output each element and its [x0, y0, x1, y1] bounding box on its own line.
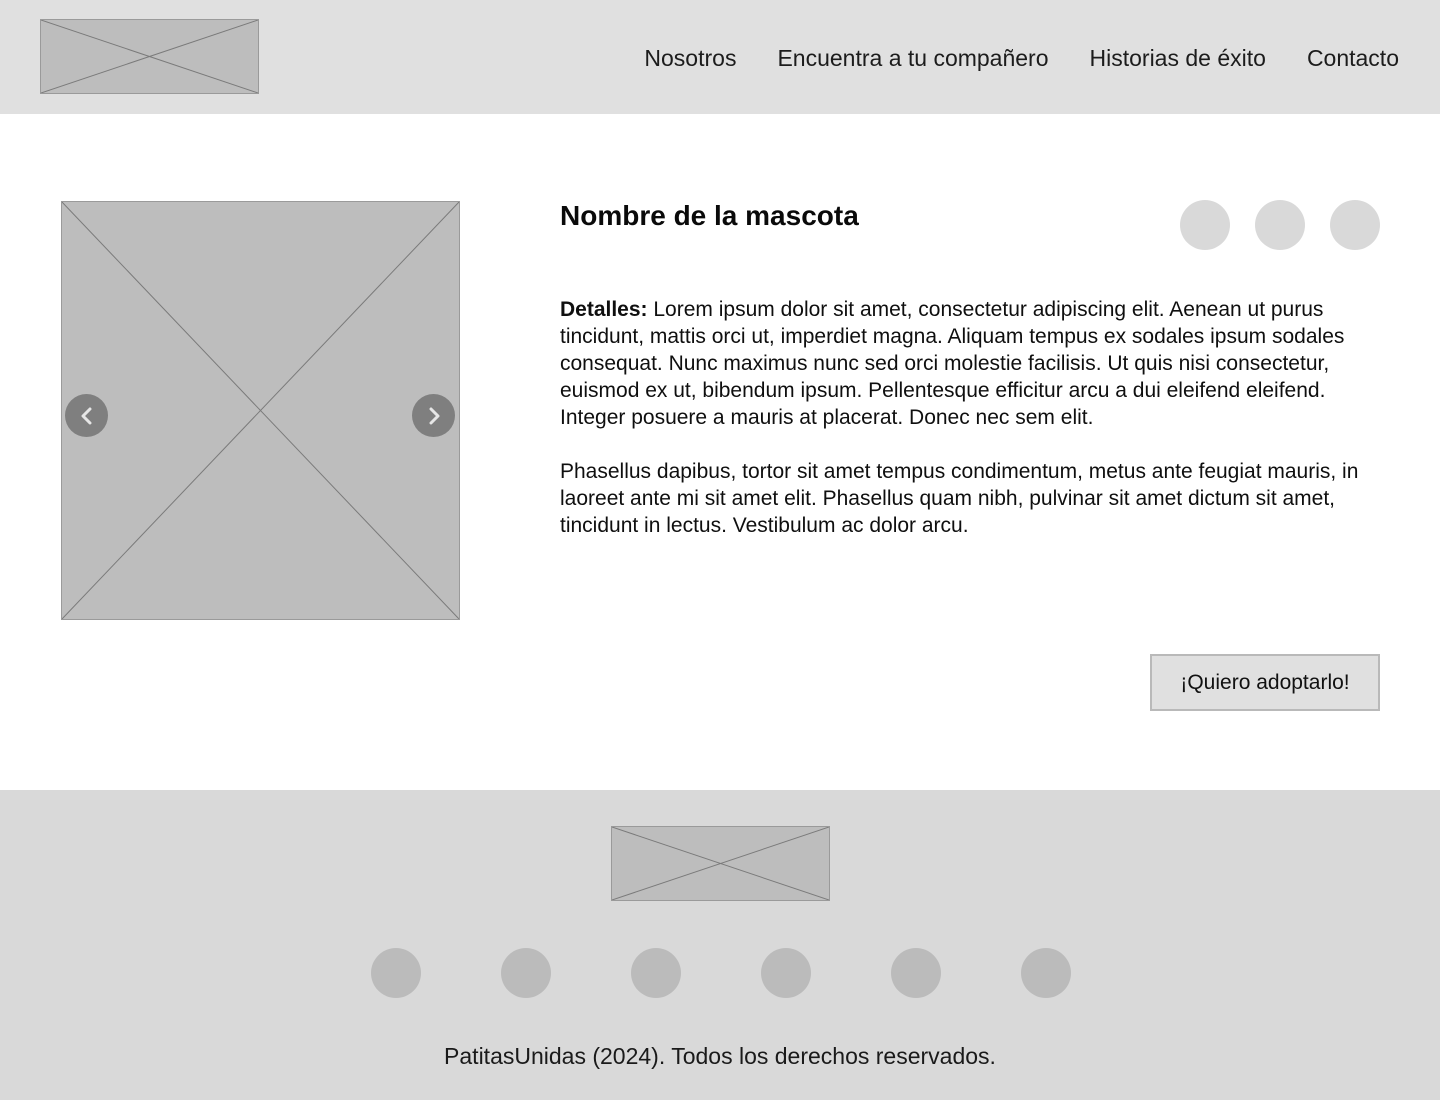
pet-details: Detalles: Lorem ipsum dolor sit amet, co…: [560, 296, 1380, 566]
share-circle-icon[interactable]: [1180, 200, 1230, 250]
social-circle-icon[interactable]: [371, 948, 421, 998]
share-circle-icon[interactable]: [1255, 200, 1305, 250]
nav-link-nosotros[interactable]: Nosotros: [644, 45, 736, 72]
site-footer: PatitasUnidas (2024). Todos los derechos…: [0, 790, 1440, 1100]
social-circle-icon[interactable]: [1021, 948, 1071, 998]
carousel-prev-button[interactable]: [65, 394, 108, 437]
main-nav: Nosotros Encuentra a tu compañero Histor…: [644, 41, 1399, 75]
pet-name-heading: Nombre de la mascota: [560, 200, 859, 231]
nav-link-encuentra[interactable]: Encuentra a tu compañero: [777, 45, 1048, 72]
share-circle-icon[interactable]: [1330, 200, 1380, 250]
carousel-next-button[interactable]: [412, 394, 455, 437]
site-header: Nosotros Encuentra a tu compañero Histor…: [0, 0, 1440, 114]
adopt-button[interactable]: ¡Quiero adoptarlo!: [1150, 654, 1380, 711]
nav-link-historias[interactable]: Historias de éxito: [1090, 45, 1266, 72]
social-circle-icon[interactable]: [631, 948, 681, 998]
chevron-right-icon: [429, 407, 439, 424]
details-text: Lorem ipsum dolor sit amet, consectetur …: [560, 298, 1345, 429]
social-circle-icon[interactable]: [501, 948, 551, 998]
header-logo-placeholder[interactable]: [40, 19, 259, 94]
social-circle-icon[interactable]: [891, 948, 941, 998]
social-circle-icon[interactable]: [761, 948, 811, 998]
nav-link-contacto[interactable]: Contacto: [1307, 45, 1399, 72]
chevron-left-icon: [81, 407, 91, 424]
pet-image-placeholder: [61, 201, 460, 620]
copyright-text: PatitasUnidas (2024). Todos los derechos…: [444, 1043, 996, 1069]
details-paragraph: Detalles: Lorem ipsum dolor sit amet, co…: [560, 296, 1380, 431]
footer-logo-placeholder[interactable]: [611, 826, 830, 901]
details-label: Detalles:: [560, 298, 648, 321]
details-paragraph-2: Phasellus dapibus, tortor sit amet tempu…: [560, 460, 1359, 537]
